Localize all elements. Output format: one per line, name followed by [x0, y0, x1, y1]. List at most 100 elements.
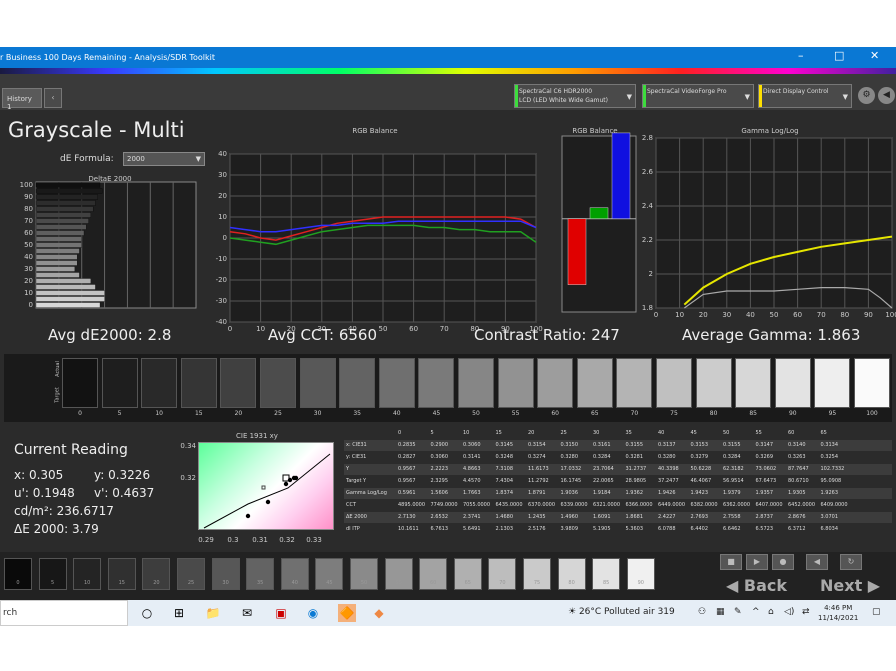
clock-time: 4:46 PM — [824, 604, 853, 612]
table-cell: 4.4570 — [463, 478, 481, 484]
table-cell: 0.3284 — [593, 454, 611, 460]
filmstrip-label: 20 — [153, 580, 160, 586]
deltae-bar — [35, 254, 78, 260]
table-row: Gamma Log/Log 0.5961 1.5606 1.7663 1.8374 1.8… — [344, 488, 892, 499]
deltae-tick-label: 60 — [24, 229, 33, 237]
clock[interactable]: 4:46 PM 11/14/2021 — [818, 603, 858, 623]
table-cell: 6.6462 — [723, 526, 741, 532]
table-cell: 0.3263 — [788, 454, 806, 460]
swatch-label: 30 — [313, 410, 322, 417]
photos-icon[interactable]: ◆ — [370, 604, 388, 622]
formula-select[interactable]: 2000 ▼ — [123, 152, 205, 166]
taskbar-search[interactable]: rch — [0, 600, 128, 626]
swatch-label: 50 — [472, 410, 480, 417]
table-row: ΔE 2000 2.7130 2.6532 2.3741 1.4680 1.2435 1.4… — [344, 512, 892, 523]
play-button[interactable]: ▶ — [746, 554, 768, 570]
filmstrip-label: 80 — [568, 580, 575, 586]
settings-icon[interactable]: ⚙ — [858, 87, 875, 104]
cie-measure-point — [265, 499, 271, 505]
volume-icon[interactable]: ◁) — [784, 607, 794, 617]
cie-y-tick-label: 0.34 — [180, 442, 196, 450]
table-cell: 2.7130 — [398, 514, 416, 520]
avg-gamma-value: Average Gamma: 1.863 — [682, 326, 861, 344]
filmstrip-label: 75 — [533, 580, 541, 586]
table-cell: 62.3182 — [723, 466, 744, 472]
minimize-button[interactable]: – — [798, 49, 804, 62]
swatch — [735, 358, 772, 408]
cie-target-point — [261, 485, 266, 490]
table-cell: 0.2900 — [430, 442, 449, 448]
table-cell: Gamma Log/Log — [346, 490, 387, 496]
table-cell: 0.3060 — [463, 442, 481, 448]
back-button[interactable]: ◀ Back — [726, 576, 787, 595]
cie-x-tick-label: 0.31 — [252, 536, 268, 544]
gamma-x-tick-label: 80 — [840, 311, 849, 319]
notification-icon[interactable]: ▢ — [872, 607, 881, 617]
next-button[interactable]: Next ▶ — [820, 576, 880, 595]
page-title: Grayscale - Multi — [8, 118, 185, 142]
table-header-row: 0 5 10 15 20 25 30 35 40 45 50 55 60 65 — [344, 428, 892, 439]
apps-icon[interactable]: ▦ — [716, 607, 725, 617]
table-cell: 7749.0000 — [430, 502, 458, 508]
weather-widget[interactable]: ☀ 26°C Polluted air 319 — [568, 607, 675, 617]
rgb-y-tick-label: 30 — [218, 171, 227, 179]
record-button[interactable]: ● — [772, 554, 794, 570]
formula-label: dE Formula: — [60, 154, 114, 164]
swatch — [220, 358, 257, 408]
network-icon[interactable]: ⌂ — [768, 607, 774, 617]
filmstrip-label: 90 — [637, 580, 644, 586]
gamma-x-tick-label: 0 — [654, 311, 658, 319]
close-button[interactable]: ✕ — [870, 49, 879, 62]
calman-taskbar-icon[interactable]: 🔶 — [338, 604, 356, 622]
people-icon[interactable]: ⚇ — [698, 607, 706, 617]
patch-filmstrip: ■ ▶ ● ◀ ↻ ◀ Back Next ▶ 0 5 10 15 20 25 30 35 40… — [0, 552, 896, 600]
table-cell: 0.3269 — [755, 454, 774, 460]
table-cell: 7.3108 — [495, 466, 514, 472]
tray-chevron-icon[interactable]: ^ — [752, 607, 760, 617]
maximize-button[interactable]: □ — [834, 49, 844, 62]
file-explorer-icon[interactable]: 📁 — [204, 604, 222, 622]
stop-button[interactable]: ■ — [720, 554, 742, 570]
source-selector[interactable]: SpectraCal VideoForge Pro ▼ — [642, 84, 754, 108]
table-cell: 1.6091 — [593, 514, 611, 520]
filmstrip-label: 10 — [84, 580, 91, 586]
swatch — [576, 358, 613, 408]
table-cell: 2.7693 — [690, 514, 709, 520]
table-cell: 5.3603 — [625, 526, 644, 532]
tab-scroll-button[interactable]: ‹ — [44, 88, 62, 108]
display-selector[interactable]: Direct Display Control ▼ — [758, 84, 852, 108]
meter-selector[interactable]: SpectraCal C6 HDR2000 LCD (LED White Wid… — [514, 84, 636, 108]
swatch-label: 40 — [392, 410, 401, 417]
back-arrow-icon: ◀ — [726, 576, 744, 595]
mail-icon[interactable]: ✉ — [238, 604, 256, 622]
loop-button[interactable]: ↻ — [840, 554, 862, 570]
table-cell: 7.4304 — [495, 478, 514, 484]
table-row: y: CIE31 0.2827 0.3060 0.3141 0.3248 0.3274 0.… — [344, 452, 892, 463]
table-cell: 0.3137 — [658, 442, 676, 448]
table-cell: 2.6532 — [430, 514, 449, 520]
table-cell: 46.4067 — [690, 478, 712, 484]
deltae-bar — [35, 218, 89, 224]
previous-button[interactable]: ◀ — [806, 554, 828, 570]
reading-delta-e: ΔE 2000: 3.79 — [14, 522, 99, 536]
table-cell: 0.3134 — [820, 442, 839, 448]
deltae-bar — [35, 224, 87, 230]
back-icon[interactable]: ◀ — [878, 87, 895, 104]
chevron-down-icon: ▼ — [744, 93, 750, 101]
app-icon[interactable]: ▣ — [272, 604, 290, 622]
pen-icon[interactable]: ✎ — [734, 607, 742, 617]
cie-x-tick-label: 0.32 — [279, 536, 295, 544]
task-view-icon[interactable]: ⊞ — [170, 604, 188, 622]
table-cell: 3.9809 — [560, 526, 579, 532]
language-icon[interactable]: ⇄ — [802, 607, 810, 617]
swatch — [656, 358, 692, 408]
filmstrip-label: 5 — [51, 580, 55, 586]
table-cell: 0.3147 — [755, 442, 774, 448]
swatch — [141, 358, 178, 408]
swatch-label: 20 — [234, 410, 243, 417]
tab-history[interactable]: History 1 — [2, 88, 42, 111]
swatch-label: 35 — [353, 410, 361, 417]
edge-icon[interactable]: ◉ — [304, 604, 322, 622]
gamma-x-tick-label: 70 — [817, 311, 826, 319]
cortana-icon[interactable]: ○ — [138, 604, 156, 622]
